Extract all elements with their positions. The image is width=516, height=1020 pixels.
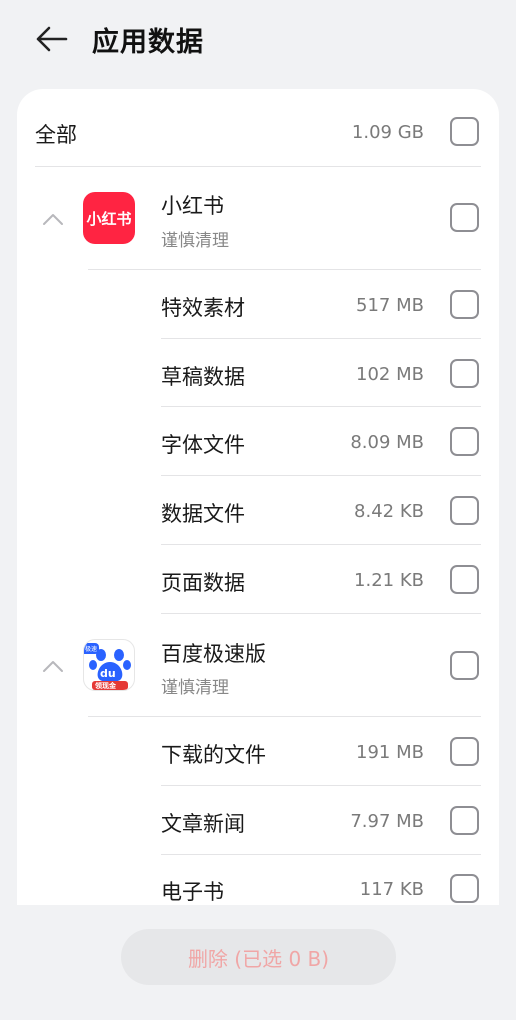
chevron-up-icon[interactable] xyxy=(41,211,65,227)
item-label: 页面数据 xyxy=(161,571,245,595)
item-size: 102 MB xyxy=(356,364,424,385)
item-checkbox[interactable] xyxy=(450,874,479,903)
back-button[interactable] xyxy=(30,22,72,56)
item-label: 草稿数据 xyxy=(161,365,245,389)
item-size: 7.97 MB xyxy=(350,811,424,832)
item-checkbox[interactable] xyxy=(450,737,479,766)
divider xyxy=(88,716,481,717)
total-size: 1.09 GB xyxy=(351,122,424,143)
item-size: 117 KB xyxy=(359,879,424,900)
app-checkbox[interactable] xyxy=(450,651,479,680)
baidu-lite-app-icon: du 领现金 极速 xyxy=(83,639,135,691)
item-checkbox[interactable] xyxy=(450,427,479,456)
app-checkbox[interactable] xyxy=(450,203,479,232)
item-label: 数据文件 xyxy=(161,502,245,526)
divider xyxy=(35,166,481,167)
divider xyxy=(161,544,481,545)
app-name: 小红书 xyxy=(161,194,224,218)
divider xyxy=(161,785,481,786)
app-warning: 谨慎清理 xyxy=(161,231,229,251)
baidu-du-text: du xyxy=(100,667,116,680)
divider xyxy=(88,269,481,270)
item-checkbox[interactable] xyxy=(450,806,479,835)
app-warning: 谨慎清理 xyxy=(161,678,229,698)
item-size: 8.42 KB xyxy=(354,501,424,522)
xiaohongshu-logo-text: 小红书 xyxy=(86,209,132,228)
delete-button[interactable]: 删除 (已选 0 B) xyxy=(121,929,396,985)
item-label: 特效素材 xyxy=(161,296,245,320)
baidu-badge-text: 领现金 xyxy=(95,682,116,690)
header-bar: 应用数据 xyxy=(0,0,516,80)
xiaohongshu-app-icon: 小红书 xyxy=(83,192,135,244)
item-size: 8.09 MB xyxy=(350,432,424,453)
divider xyxy=(161,338,481,339)
baidu-corner-badge: 极速 xyxy=(84,643,100,654)
app-name: 百度极速版 xyxy=(161,642,266,666)
select-all-label: 全部 xyxy=(35,123,77,147)
item-label: 下载的文件 xyxy=(161,743,266,767)
divider xyxy=(161,854,481,855)
divider xyxy=(161,406,481,407)
divider xyxy=(161,613,481,614)
item-checkbox[interactable] xyxy=(450,359,479,388)
item-size: 517 MB xyxy=(356,295,424,316)
item-checkbox[interactable] xyxy=(450,496,479,525)
chevron-up-icon[interactable] xyxy=(41,658,65,674)
app-data-list: 全部 1.09 GB 小红书 小红书 谨慎清理 特效素材 517 MB 草稿数据… xyxy=(17,89,499,905)
item-label: 文章新闻 xyxy=(161,812,245,836)
item-label: 字体文件 xyxy=(161,433,245,457)
page-title: 应用数据 xyxy=(92,27,204,58)
select-all-checkbox[interactable] xyxy=(450,117,479,146)
back-arrow-icon xyxy=(36,26,68,52)
item-checkbox[interactable] xyxy=(450,565,479,594)
divider xyxy=(161,475,481,476)
item-size: 1.21 KB xyxy=(354,570,424,591)
item-size: 191 MB xyxy=(356,742,424,763)
item-checkbox[interactable] xyxy=(450,290,479,319)
item-label: 电子书 xyxy=(161,880,224,904)
